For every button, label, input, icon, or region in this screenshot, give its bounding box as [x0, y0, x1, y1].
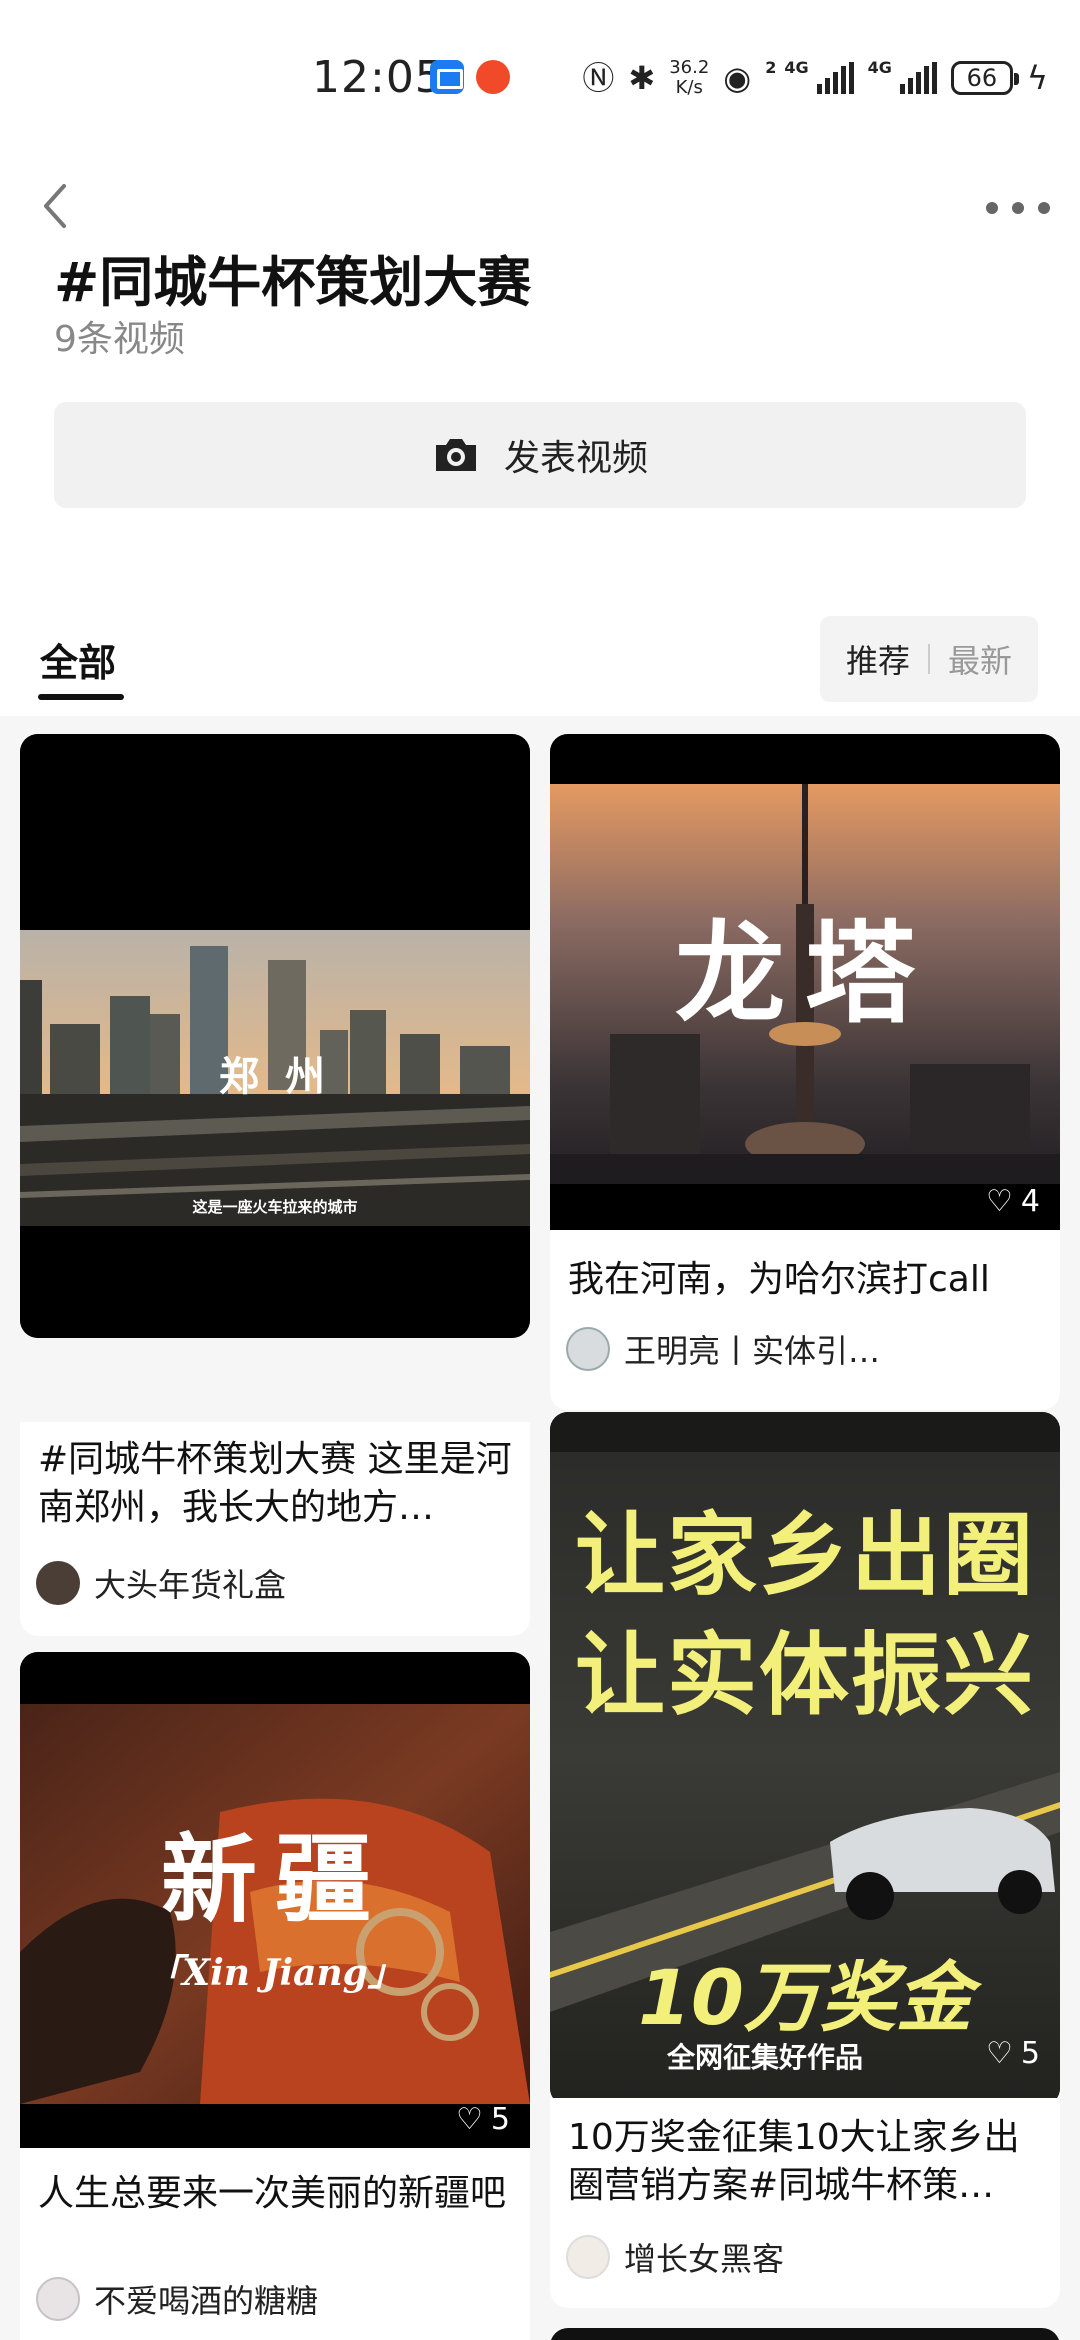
chevron-left-icon	[44, 184, 66, 228]
video-title: 我在河南，为哈尔滨打call	[568, 1259, 990, 1300]
hotspot-count: 2	[765, 58, 777, 77]
video-card[interactable]: 新疆 「Xin Jiang」 ♡ 5 人生总要来一次美丽的新疆吧 不爱喝酒的糖糖	[20, 1652, 530, 2340]
video-title: #同城牛杯策划大赛 这里是河南郑州，我长大的地方…	[38, 1439, 512, 1528]
video-thumbnail[interactable]: 郑 州 这是一座火车拉来的城市 ♡ 10	[20, 734, 530, 1338]
author-name: 大头年货礼盒	[94, 1566, 287, 1604]
status-icons: Ⓝ ✱ 36.2 K/s ◉ 2 4G 4G 66 ϟ	[582, 56, 1048, 100]
author-name: 不爱喝酒的糖糖	[94, 2282, 319, 2320]
sort-latest[interactable]: 最新	[948, 636, 1012, 682]
mail-notification-icon	[430, 60, 464, 94]
network-speed-unit: K/s	[675, 77, 703, 98]
publish-video-button[interactable]: 发表视频	[54, 402, 1026, 508]
tab-active-indicator	[38, 694, 124, 700]
avatar	[36, 2277, 80, 2321]
video-card[interactable]: 龙塔 ♡ 4 我在河南，为哈尔滨打call 王明亮丨实体引…	[550, 734, 1060, 1410]
bluetooth-icon: ✱	[628, 59, 656, 97]
thumbnail-title: 新疆	[161, 1823, 389, 1936]
battery-icon: 66	[950, 61, 1019, 95]
sort-divider	[928, 644, 930, 674]
page-title: #同城牛杯策划大赛	[54, 251, 532, 314]
like-count-value: 4	[1020, 1184, 1040, 1219]
video-title: 10万奖金征集10大让家乡出圈营销方案#同城牛杯策…	[568, 2117, 1020, 2206]
video-feed: 郑 州 这是一座火车拉来的城市 ♡ 10 #同城牛杯策划大赛 这里是河南郑州，我…	[0, 716, 1080, 2340]
dot-icon	[1038, 202, 1050, 214]
thumbnail-headline-2: 让实体振兴	[575, 1623, 1035, 1728]
network-speed-value: 36.2	[669, 57, 710, 78]
avatar	[566, 2235, 610, 2279]
heart-icon: ♡	[986, 2036, 1013, 2071]
thumbnail-title: 郑 州	[219, 1053, 331, 1100]
like-count[interactable]: ♡ 4	[986, 1184, 1040, 1219]
video-thumbnail[interactable]: 龙塔 ♡ 4	[550, 734, 1060, 1230]
charging-icon: ϟ	[1026, 59, 1048, 97]
video-count: 9条视频	[54, 319, 185, 360]
author-row[interactable]: 不爱喝酒的糖糖	[36, 2276, 318, 2322]
status-time: 12:05	[312, 52, 444, 103]
sort-recommend[interactable]: 推荐	[846, 636, 910, 682]
author-row[interactable]: 王明亮丨实体引…	[566, 1326, 880, 1372]
camera-icon	[435, 439, 476, 471]
heart-icon: ♡	[456, 2102, 483, 2137]
signal-2-icon	[899, 62, 937, 94]
city-skyline-image	[20, 734, 530, 1338]
heart-icon: ♡	[986, 1184, 1013, 1219]
thumbnail-prize: 10万奖金	[638, 1953, 972, 2042]
back-button[interactable]	[32, 178, 88, 234]
topic-page: 12:05 Ⓝ ✱ 36.2 K/s ◉ 2 4G 4G 66 ϟ #同城牛杯策…	[0, 0, 1080, 2340]
signal-1-icon	[816, 62, 854, 94]
tab-all[interactable]: 全部	[40, 632, 116, 687]
dot-icon	[1012, 202, 1024, 214]
video-card-info[interactable]: #同城牛杯策划大赛 这里是河南郑州，我长大的地方… 大头年货礼盒	[20, 1422, 530, 1636]
video-thumbnail[interactable]: 让家乡出圈 让实体振兴 10万奖金 全网征集好作品 ♡ 5	[550, 1412, 1060, 2100]
thumbnail-subtitle: 这是一座火车拉来的城市	[192, 1198, 358, 1216]
video-card-info[interactable]: 10万奖金征集10大让家乡出圈营销方案#同城牛杯策… 增长女黑客	[550, 2098, 1060, 2308]
hotspot-icon: ◉	[723, 59, 752, 97]
thumbnail-subtitle: 「Xin Jiang」	[146, 1952, 404, 1994]
app-notification-icon	[476, 60, 510, 94]
thumbnail-subtitle: 全网征集好作品	[666, 2041, 863, 2074]
thumbnail-headline-1: 让家乡出圈	[575, 1503, 1035, 1608]
network-type-1: 4G	[784, 58, 809, 77]
like-count-value: 5	[1020, 2036, 1040, 2071]
author-name: 王明亮丨实体引…	[624, 1332, 881, 1370]
video-card[interactable]: 让家乡出圈 让实体振兴 10万奖金 全网征集好作品 ♡ 5	[550, 1412, 1060, 2106]
video-title: 人生总要来一次美丽的新疆吧	[38, 2173, 507, 2214]
video-thumbnail[interactable]: 新疆 「Xin Jiang」 ♡ 5	[20, 1652, 530, 2148]
network-type-2: 4G	[867, 58, 892, 77]
avatar	[36, 1561, 80, 1605]
more-options-button[interactable]	[986, 188, 1050, 228]
nfc-icon: Ⓝ	[582, 59, 615, 97]
dot-icon	[986, 202, 998, 214]
video-card[interactable]: 郑 州 这是一座火车拉来的城市 ♡ 10	[20, 734, 530, 1338]
sort-toggle: 推荐 最新	[820, 616, 1038, 702]
author-name: 增长女黑客	[624, 2240, 785, 2278]
author-row[interactable]: 增长女黑客	[566, 2234, 784, 2280]
video-card[interactable]	[550, 2328, 1060, 2340]
avatar	[566, 1327, 610, 1371]
thumbnail-title: 龙塔	[675, 910, 935, 1038]
status-bar: 12:05 Ⓝ ✱ 36.2 K/s ◉ 2 4G 4G 66 ϟ	[0, 0, 1080, 160]
like-count[interactable]: ♡ 5	[986, 2036, 1040, 2071]
publish-video-label: 发表视频	[503, 438, 648, 479]
like-count-value: 5	[490, 2102, 510, 2137]
author-row[interactable]: 大头年货礼盒	[36, 1560, 286, 1606]
like-count[interactable]: ♡ 5	[456, 2102, 510, 2137]
network-speed: 36.2 K/s	[669, 58, 709, 98]
